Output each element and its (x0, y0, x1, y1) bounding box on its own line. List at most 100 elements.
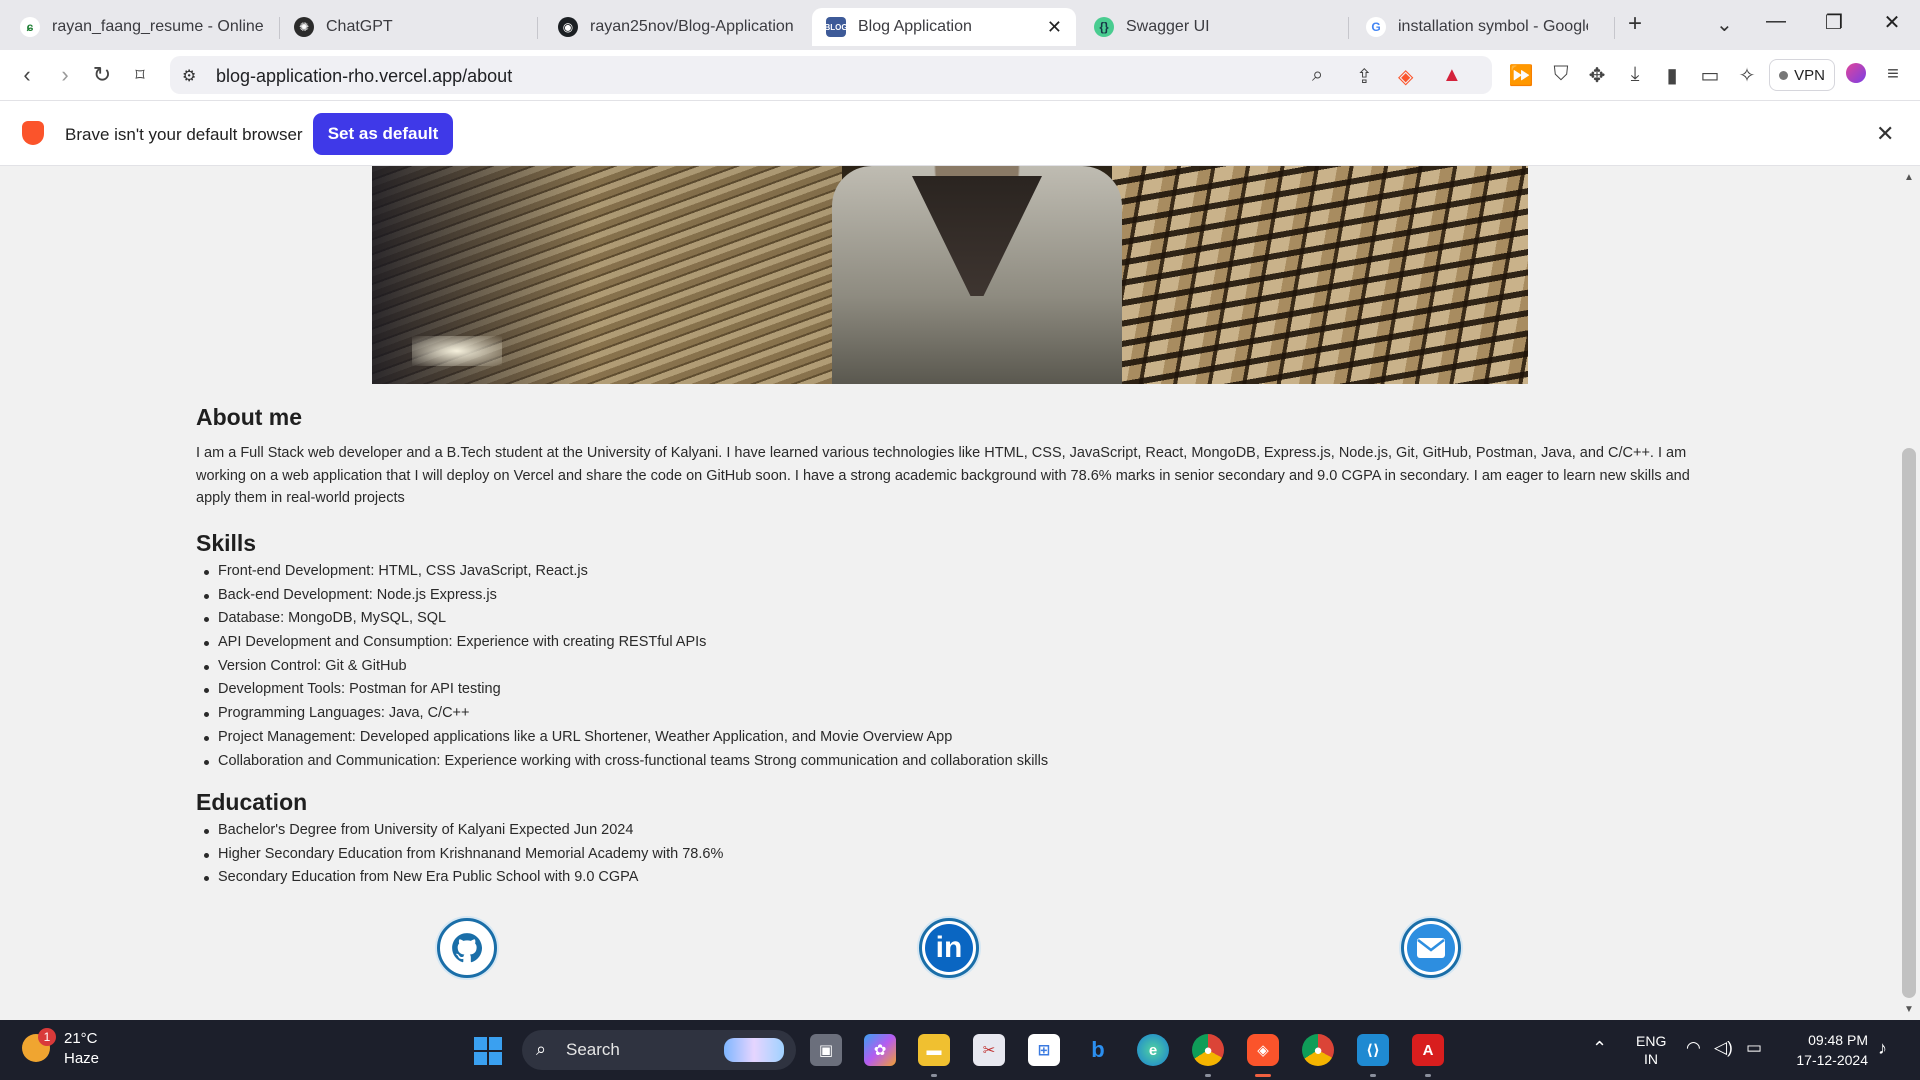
media-forward-icon[interactable]: ⏩ (1508, 63, 1534, 88)
github-icon (443, 924, 491, 972)
tab-blog-application[interactable]: BLOG Blog Application ✕ (812, 8, 1076, 46)
tab-title: Blog Application (858, 18, 972, 35)
weather-temperature: 21°C (64, 1030, 98, 1047)
github-link[interactable] (437, 918, 497, 978)
ublock-shield-icon[interactable]: ⛉ (1548, 63, 1574, 86)
blog-icon: BLOG (824, 17, 848, 37)
linkedin-link[interactable]: in (919, 918, 979, 978)
list-item: Secondary Education from New Era Public … (204, 866, 1618, 890)
set-as-default-button[interactable]: Set as default (313, 113, 453, 155)
tab-github[interactable]: ◉ rayan25nov/Blog-Application (544, 8, 810, 46)
bookmark-icon[interactable]: ⌑ (127, 62, 153, 88)
search-label: Search (566, 1040, 620, 1059)
tab-list-chevron-icon[interactable]: ⌄ (1716, 12, 1733, 37)
file-explorer-icon[interactable]: ▬ (918, 1034, 950, 1077)
tab-separator (1348, 17, 1349, 39)
address-bar[interactable]: ⚙ blog-application-rho.vercel.app/about … (170, 56, 1492, 94)
site-settings-icon[interactable]: ⚙ (182, 66, 196, 86)
windows-start-icon[interactable] (474, 1037, 502, 1065)
sidebar-icon[interactable]: ▮ (1659, 63, 1685, 88)
new-tab-button[interactable]: + (1628, 10, 1642, 38)
google-icon: G (1366, 17, 1386, 37)
skills-heading: Skills (196, 530, 257, 556)
tab-title: Swagger UI (1126, 18, 1210, 35)
task-view-icon[interactable]: ▣ (810, 1034, 842, 1066)
wallet-icon[interactable]: ▭ (1697, 63, 1723, 88)
swagger-icon: {} (1094, 17, 1114, 37)
microsoft-store-icon[interactable]: ⊞ (1028, 1034, 1060, 1066)
email-link[interactable] (1401, 918, 1461, 978)
battery-icon[interactable]: ▭ (1746, 1038, 1762, 1058)
profile-avatar[interactable] (1843, 63, 1869, 89)
forward-icon[interactable]: › (52, 62, 78, 88)
share-icon[interactable]: ⇪ (1356, 64, 1373, 89)
snipping-tool-icon[interactable]: ✂ (973, 1034, 1005, 1066)
restore-icon[interactable]: ❐ (1814, 10, 1854, 35)
profile-photo (372, 166, 1528, 384)
tab-title: ChatGPT (326, 18, 393, 35)
scrollbar-thumb[interactable] (1902, 448, 1916, 998)
skills-list: Front-end Development: HTML, CSS JavaScr… (204, 560, 1618, 774)
tab-title: rayan25nov/Blog-Application (590, 18, 794, 35)
extensions-icon[interactable]: ✥ (1584, 63, 1610, 88)
wifi-icon[interactable]: ◠ (1686, 1038, 1701, 1058)
browser-toolbar: ‹ › ↻ ⌑ ⚙ blog-application-rho.vercel.ap… (0, 50, 1920, 100)
bing-icon[interactable]: b (1082, 1034, 1114, 1066)
list-item: Collaboration and Communication: Experie… (204, 750, 1618, 774)
window-close-icon[interactable]: ✕ (1872, 10, 1912, 35)
list-item: Version Control: Git & GitHub (204, 655, 1618, 679)
education-list: Bachelor's Degree from University of Kal… (204, 819, 1618, 890)
menu-icon[interactable]: ≡ (1880, 63, 1906, 86)
taskbar-search[interactable]: ⌕ Search (522, 1030, 796, 1070)
clock-date: 17-12-2024 (1796, 1052, 1868, 1068)
brave-icon[interactable]: ◈ (1247, 1034, 1279, 1077)
tab-google-search[interactable]: G installation symbol - Google Se (1352, 8, 1602, 46)
chrome-icon[interactable]: ● (1192, 1034, 1224, 1077)
vertical-scrollbar[interactable]: ▲ ▼ (1898, 166, 1920, 1020)
chrome-profile-icon[interactable]: ● (1302, 1034, 1334, 1066)
tab-swagger[interactable]: {} Swagger UI (1080, 8, 1330, 46)
copilot-icon[interactable]: ✿ (864, 1034, 896, 1066)
page-viewport: About me I am a Full Stack web developer… (0, 166, 1898, 1020)
tab-resume[interactable]: ɕ rayan_faang_resume - Online L (6, 8, 278, 46)
tab-separator (1614, 17, 1615, 39)
windows-taskbar: 1 21°C Haze ⌕ Search ▣ ✿ ▬ ✂ ⊞ b e ● ◈ ●… (0, 1020, 1920, 1080)
notification-badge: 1 (38, 1028, 56, 1046)
tab-strip: ɕ rayan_faang_resume - Online L ✺ ChatGP… (0, 0, 1920, 50)
minimize-icon[interactable]: — (1756, 10, 1796, 33)
acrobat-icon[interactable]: A (1412, 1034, 1444, 1077)
photo-light (412, 336, 502, 366)
edge-icon[interactable]: e (1137, 1034, 1169, 1066)
linkedin-icon: in (925, 924, 973, 972)
infobar-message: Brave isn't your default browser (65, 125, 303, 144)
download-icon[interactable]: ⤓ (1622, 63, 1648, 86)
vscode-icon[interactable]: ⟨⟩ (1357, 1034, 1389, 1077)
language-indicator[interactable]: ENG IN (1636, 1032, 1666, 1068)
list-item: API Development and Consumption: Experie… (204, 631, 1618, 655)
about-text: I am a Full Stack web developer and a B.… (196, 445, 1690, 506)
leo-ai-icon[interactable]: ✧ (1734, 63, 1760, 88)
vpn-button[interactable]: VPN (1769, 59, 1835, 91)
infobar-close-icon[interactable]: ✕ (1876, 121, 1894, 147)
taskbar-clock[interactable]: 09:48 PM 17-12-2024 (1786, 1030, 1868, 1070)
notifications-bell-icon[interactable]: ♪ (1878, 1038, 1887, 1059)
reload-icon[interactable]: ↻ (89, 62, 115, 88)
chatgpt-icon: ✺ (294, 17, 314, 37)
show-hidden-icons-chevron-icon[interactable]: ⌃ (1592, 1038, 1607, 1059)
education-heading: Education (196, 789, 308, 815)
scroll-down-icon[interactable]: ▼ (1904, 1004, 1914, 1015)
list-item: Back-end Development: Node.js Express.js (204, 584, 1618, 608)
overleaf-icon: ɕ (20, 17, 40, 37)
url-text[interactable]: blog-application-rho.vercel.app/about (216, 66, 512, 87)
volume-icon[interactable]: ◁) (1714, 1038, 1733, 1058)
back-icon[interactable]: ‹ (14, 62, 40, 88)
tab-chatgpt[interactable]: ✺ ChatGPT (280, 8, 536, 46)
vpn-status-dot (1779, 70, 1789, 80)
zoom-icon[interactable]: ⌕ (1312, 64, 1323, 87)
close-tab-icon[interactable]: ✕ (1047, 17, 1062, 38)
scroll-up-icon[interactable]: ▲ (1904, 172, 1914, 183)
search-icon: ⌕ (536, 1039, 547, 1059)
list-item: Bachelor's Degree from University of Kal… (204, 819, 1618, 843)
brave-shields-icon[interactable]: ◈ (1398, 64, 1413, 89)
brave-rewards-icon[interactable]: ▲ (1442, 64, 1462, 87)
